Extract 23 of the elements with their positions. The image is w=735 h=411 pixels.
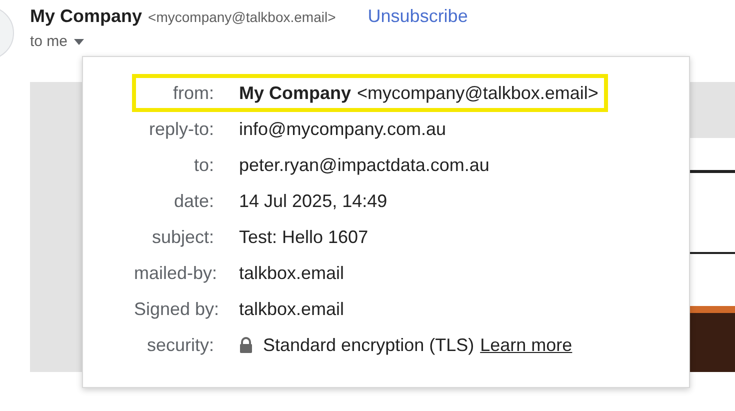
field-value: talkbox.email <box>239 298 344 320</box>
learn-more-link[interactable]: Learn more <box>480 334 572 356</box>
field-value: peter.ryan@impactdata.com.au <box>239 154 490 176</box>
field-label: subject: <box>150 226 214 248</box>
field-value: Test: Hello 1607 <box>239 226 368 248</box>
unsubscribe-link[interactable]: Unsubscribe <box>368 6 468 27</box>
field-value: Standard encryption (TLS) <box>263 334 474 356</box>
field-value: talkbox.email <box>239 262 344 284</box>
field-label: date: <box>172 190 214 212</box>
field-value: info@mycompany.com.au <box>239 118 446 140</box>
field-label: security: <box>146 334 214 356</box>
sender-name: My Company <box>30 6 142 27</box>
from-name: My Company <box>239 82 352 104</box>
field-label: from: <box>172 82 214 104</box>
field-value: <mycompany@talkbox.email> <box>357 82 598 104</box>
recipient-dropdown[interactable]: to me <box>30 33 735 50</box>
sender-email: <mycompany@talkbox.email> <box>148 9 336 25</box>
caret-icon <box>74 38 84 44</box>
field-label: reply-to: <box>148 118 214 140</box>
field-value: 14 Jul 2025, 14:49 <box>239 190 388 212</box>
field-label: to: <box>192 154 214 176</box>
field-label: mailed-by: <box>134 262 214 284</box>
lock-icon <box>239 337 253 353</box>
